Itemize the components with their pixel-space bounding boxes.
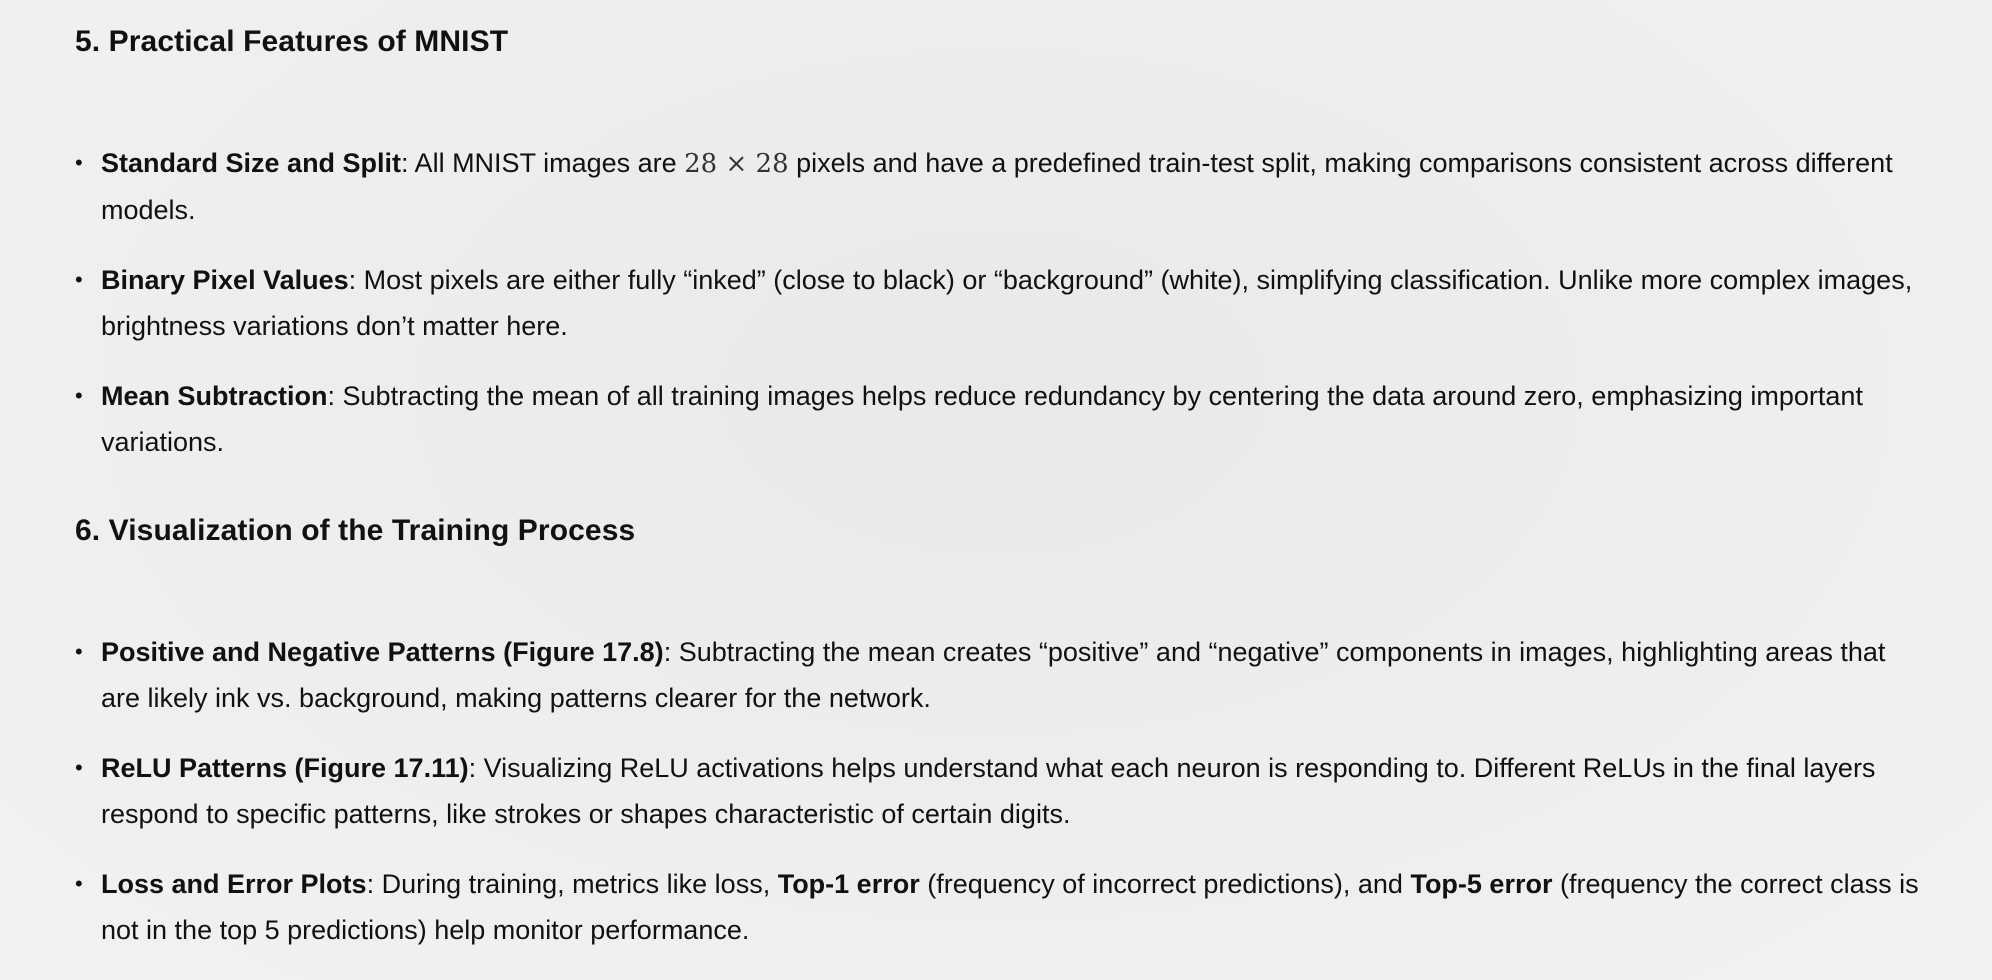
item-text: : All MNIST images are [401, 148, 685, 178]
item-text: : During training, metrics like loss, [366, 869, 778, 899]
term-top5-error: Top-5 error [1410, 869, 1553, 899]
item-text: : Most pixels are either fully “inked” (… [101, 265, 1913, 341]
term-top1-error: Top-1 error [777, 869, 920, 899]
document-page: 5. Practical Features of MNIST Standard … [0, 0, 1992, 980]
bullet-list-practical-features: Standard Size and Split: All MNIST image… [75, 140, 1932, 465]
item-text: (frequency of incorrect predictions), an… [919, 869, 1411, 899]
term-mean-subtraction: Mean Subtraction [101, 381, 328, 411]
term-standard-size: Standard Size and Split [101, 148, 402, 178]
item-text: : Subtracting the mean of all training i… [101, 381, 1863, 457]
term-relu-patterns: ReLU Patterns (Figure 17.11) [101, 753, 469, 783]
term-binary-pixel: Binary Pixel Values [101, 265, 349, 295]
list-item-positive-negative: Positive and Negative Patterns (Figure 1… [75, 629, 1921, 721]
list-item-standard-size: Standard Size and Split: All MNIST image… [75, 140, 1921, 233]
bullet-list-visualization: Positive and Negative Patterns (Figure 1… [75, 629, 1932, 953]
list-item-relu-patterns: ReLU Patterns (Figure 17.11): Visualizin… [75, 745, 1921, 837]
section-title-visualization: 6. Visualization of the Training Process [75, 514, 636, 547]
term-loss-error: Loss and Error Plots [101, 869, 367, 899]
math-dimension: 28 × 28 [684, 149, 789, 179]
term-positive-negative: Positive and Negative Patterns (Figure 1… [101, 637, 664, 667]
list-item-binary-pixel: Binary Pixel Values: Most pixels are eit… [75, 257, 1921, 349]
list-item-mean-subtraction: Mean Subtraction: Subtracting the mean o… [75, 373, 1921, 465]
section-title-practical-features: 5. Practical Features of MNIST [75, 25, 509, 58]
list-item-loss-error: Loss and Error Plots: During training, m… [75, 861, 1921, 953]
